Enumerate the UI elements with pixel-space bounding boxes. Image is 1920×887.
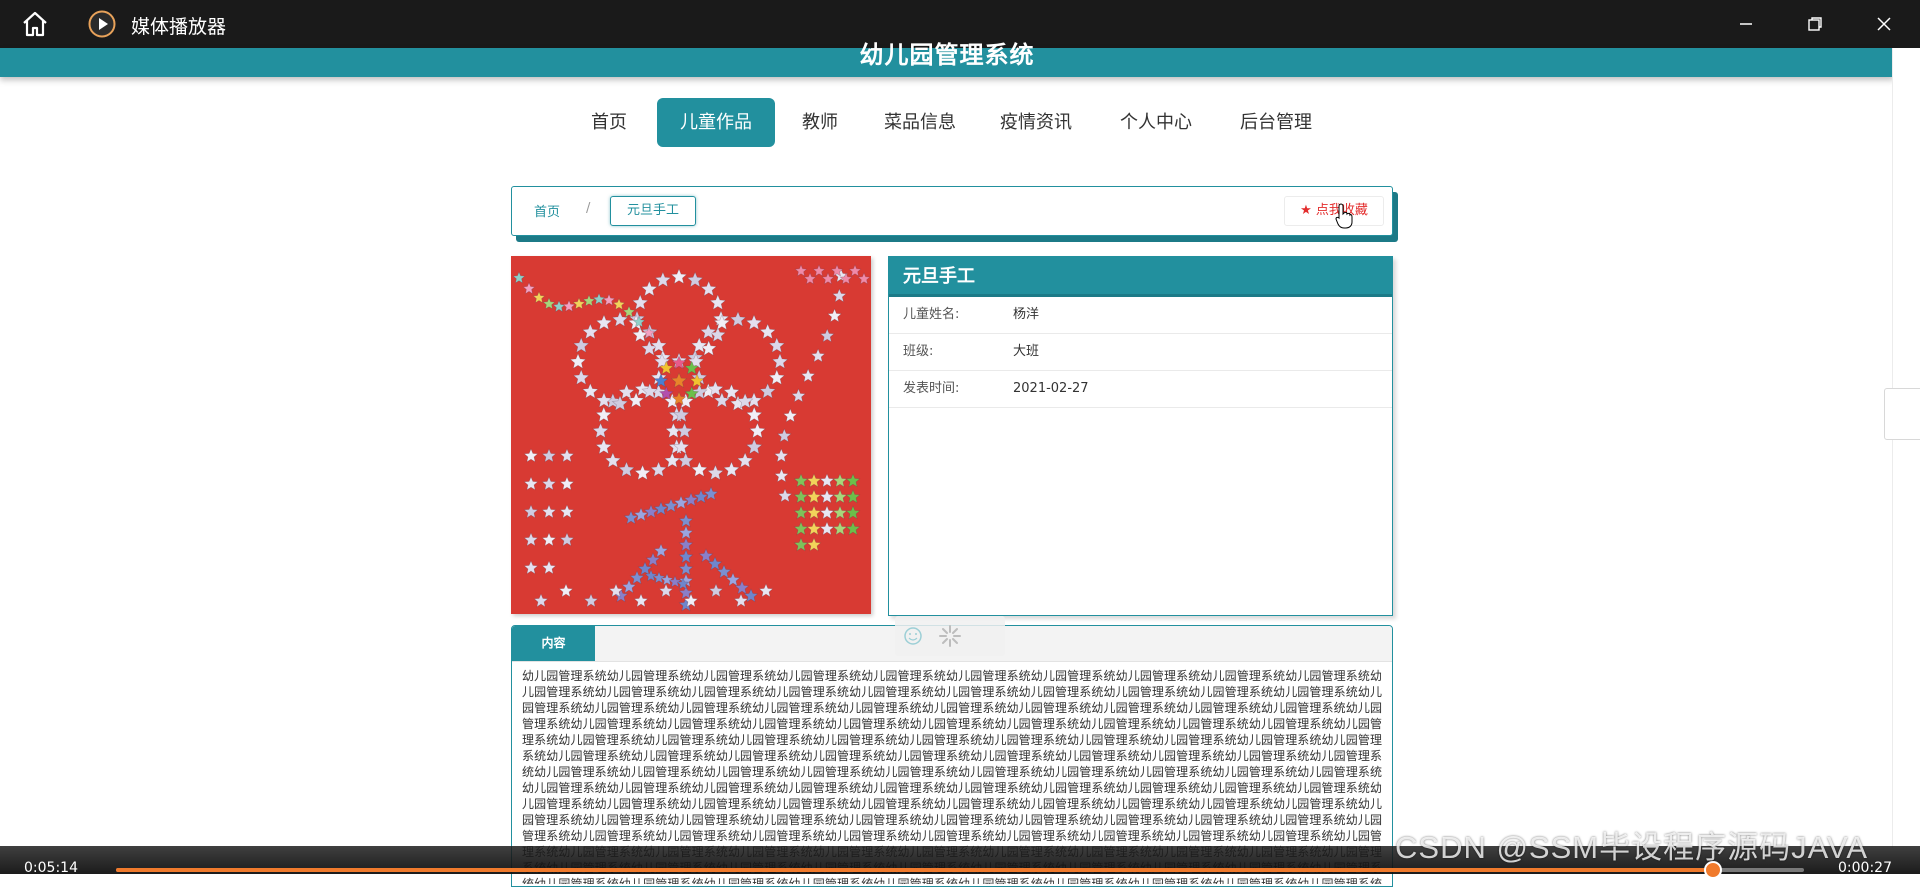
nav-item-teachers[interactable]: 教师 [786,98,854,147]
site-title: 幼儿园管理系统 [859,41,1035,69]
restore-button[interactable] [1793,8,1837,40]
nav-item-dishes[interactable]: 菜品信息 [868,98,972,147]
artwork-detail-panel: 元旦手工 儿童姓名: 杨洋 班级: 大班 发表时间: 2021-02-27 [888,256,1393,616]
nav-item-admin[interactable]: 后台管理 [1226,98,1326,147]
artwork-image [511,256,871,614]
watermark: CSDN @SSM毕设程序源码JAVA [1395,830,1869,865]
restore-icon [1808,17,1822,31]
detail-label: 班级: [903,344,934,359]
minimize-button[interactable] [1724,8,1768,40]
detail-row-child-name: 儿童姓名: 杨洋 [889,297,1392,334]
nav-item-epidemic-news[interactable]: 疫情资讯 [986,98,1086,147]
close-icon [1877,17,1891,31]
nav-item-home[interactable]: 首页 [572,98,646,147]
loading-spinner-icon [904,625,961,647]
progress-fill [116,868,1713,872]
main-nav: 首页 儿童作品 教师 菜品信息 疫情资讯 个人中心 后台管理 [0,98,1894,148]
player-title: 媒体播放器 [131,16,227,38]
star-icon: ★ [1300,203,1312,218]
tab-content[interactable]: 内容 [512,626,595,661]
artwork-title: 元旦手工 [889,257,1392,297]
nav-item-children-works[interactable]: 儿童作品 [657,98,775,147]
favorite-button[interactable]: ★ 点我收藏 [1284,196,1384,226]
breadcrumb-home-link[interactable]: 首页 [534,201,560,220]
side-thumbnail[interactable] [1884,388,1920,440]
detail-label: 发表时间: [903,381,960,396]
progress-track[interactable] [116,861,1804,879]
mouse-cursor-icon [1335,203,1353,229]
detail-label: 儿童姓名: [903,307,960,322]
breadcrumb-current: 元旦手工 [610,196,696,226]
site-banner: 幼儿园管理系统 [0,41,1894,77]
page-scroll-strip[interactable] [1892,48,1920,848]
media-player-logo-icon [88,10,116,38]
detail-row-class: 班级: 大班 [889,334,1392,371]
detail-value: 杨洋 [1013,307,1040,322]
picture-background [511,256,871,614]
close-button[interactable] [1862,8,1906,40]
loading-overlay [895,616,1005,656]
nav-item-personal-center[interactable]: 个人中心 [1106,98,1206,147]
detail-row-publish-time: 发表时间: 2021-02-27 [889,371,1392,408]
detail-value: 大班 [1013,344,1040,359]
breadcrumb: 首页 / 元旦手工 ★ 点我收藏 [511,186,1393,236]
detail-value: 2021-02-27 [1013,381,1089,396]
minimize-icon [1740,23,1752,25]
breadcrumb-separator: / [586,201,591,216]
home-icon[interactable] [20,10,50,38]
origami-stars-picture [511,256,871,614]
